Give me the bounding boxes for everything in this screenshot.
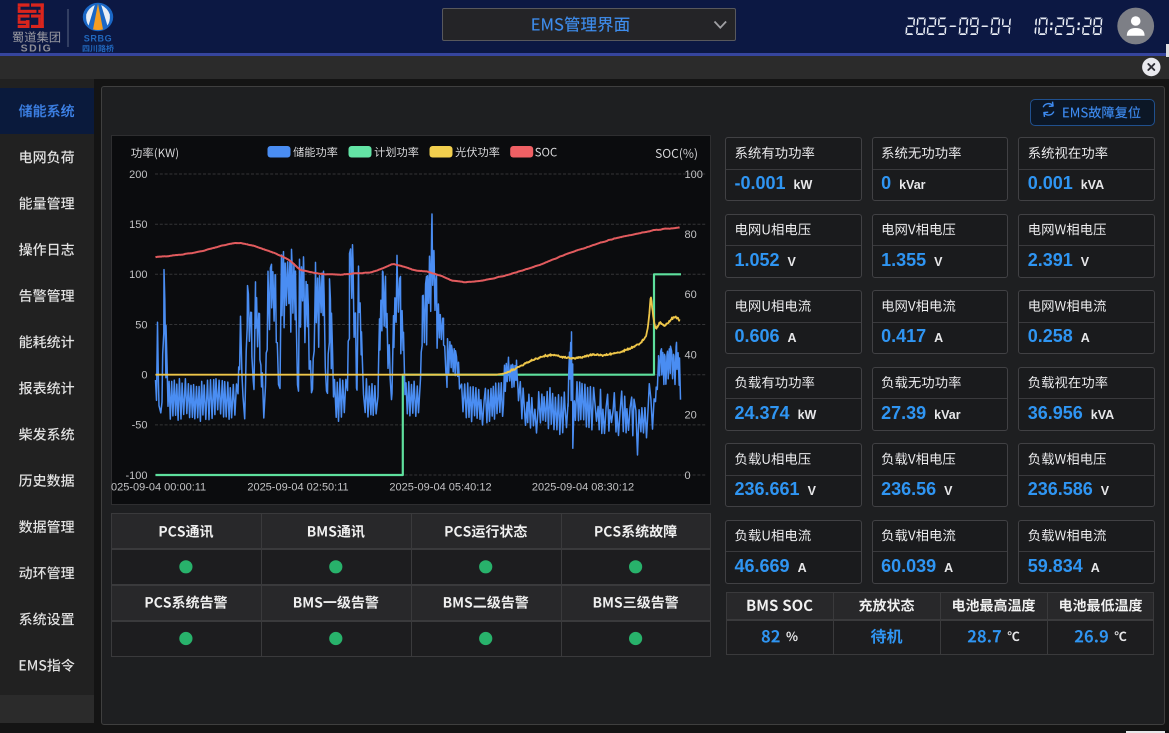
svg-text:50: 50 bbox=[135, 319, 147, 331]
svg-text:0: 0 bbox=[684, 470, 690, 482]
svg-text:60: 60 bbox=[684, 289, 696, 301]
svg-text:2025-09-04 08:30:12: 2025-09-04 08:30:12 bbox=[531, 482, 633, 494]
svg-text:0: 0 bbox=[141, 370, 147, 382]
svg-text:100: 100 bbox=[684, 169, 702, 181]
svg-text:150: 150 bbox=[129, 219, 147, 231]
svg-text:80: 80 bbox=[684, 229, 696, 241]
svg-text:100: 100 bbox=[129, 269, 147, 281]
svg-text:-50: -50 bbox=[131, 420, 147, 432]
svg-text:2025-09-04 05:40:12: 2025-09-04 05:40:12 bbox=[389, 482, 491, 494]
svg-text:-100: -100 bbox=[125, 470, 147, 482]
svg-text:20: 20 bbox=[684, 410, 696, 422]
svg-text:2025-09-04 02:50:11: 2025-09-04 02:50:11 bbox=[247, 482, 348, 494]
svg-text:2025-09-04 00:00:11: 2025-09-04 00:00:11 bbox=[111, 482, 206, 494]
svg-text:200: 200 bbox=[129, 169, 147, 181]
svg-text:40: 40 bbox=[684, 349, 696, 361]
